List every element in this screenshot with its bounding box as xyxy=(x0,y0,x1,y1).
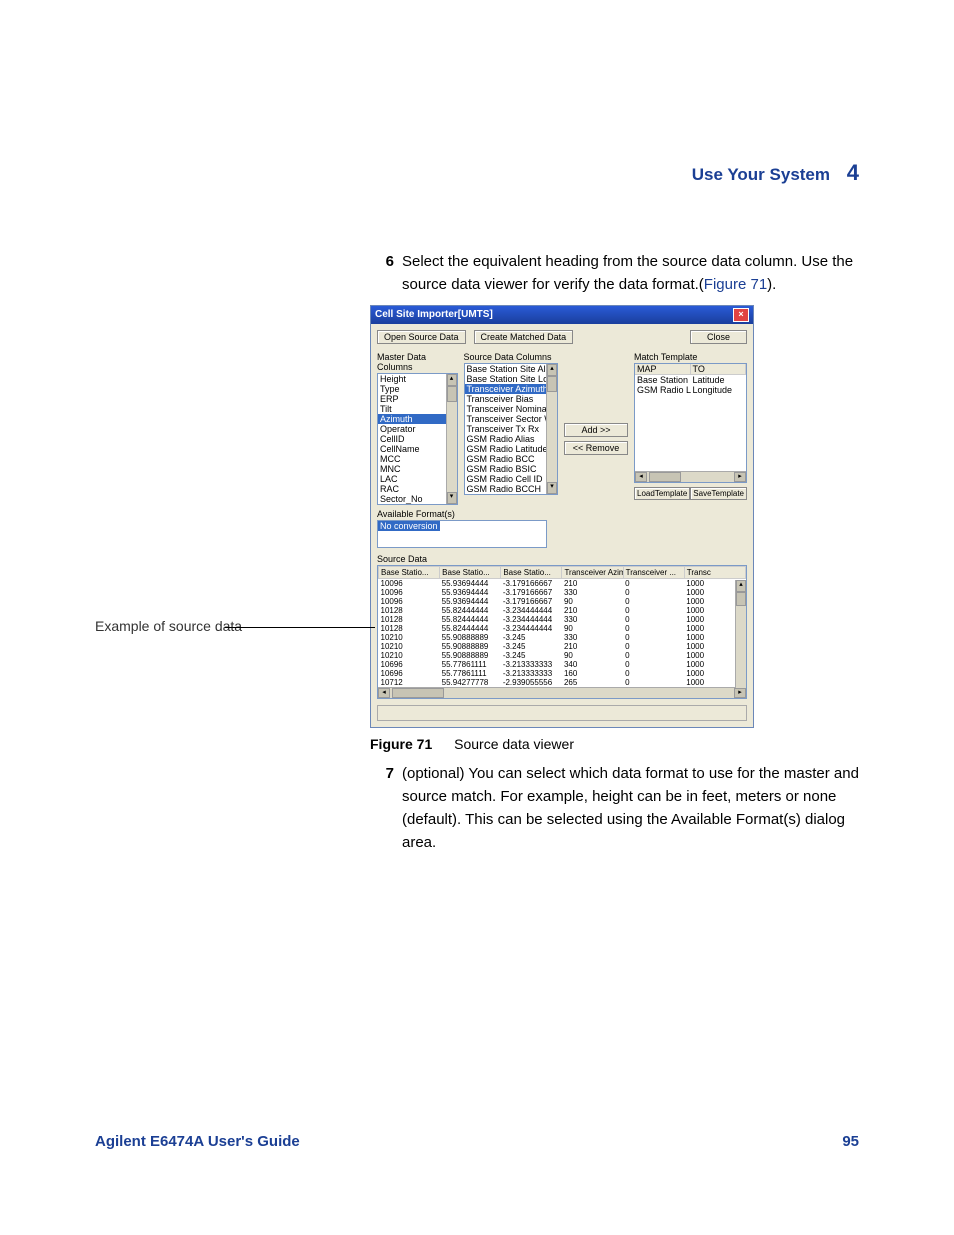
source-data-label: Source Data xyxy=(377,554,747,564)
close-button[interactable]: Close xyxy=(690,330,747,344)
status-bar xyxy=(377,705,747,721)
footer-page-number: 95 xyxy=(842,1133,859,1150)
list-item[interactable]: GSM Radio Latitude xyxy=(465,444,558,454)
remove-button[interactable]: << Remove xyxy=(564,441,628,455)
list-item[interactable]: GSM Radio BCC xyxy=(465,454,558,464)
scrollbar[interactable]: ▴ xyxy=(735,580,746,688)
available-formats-listbox[interactable]: No conversion xyxy=(377,520,547,548)
match-template-label: Match Template xyxy=(634,352,747,362)
list-item[interactable]: Transceiver Nominal I xyxy=(465,404,558,414)
add-button[interactable]: Add >> xyxy=(564,423,628,437)
column-header[interactable]: Base Statio... xyxy=(501,566,562,578)
annotation-example-source-data: Example of source data xyxy=(95,618,242,634)
scroll-thumb[interactable] xyxy=(649,472,681,482)
column-header[interactable]: Base Statio... xyxy=(440,566,501,578)
list-item[interactable]: Sector_Width xyxy=(378,504,457,505)
table-row[interactable]: 1009655.93694444-3.17916666733001000 xyxy=(379,588,746,597)
create-matched-data-button[interactable]: Create Matched Data xyxy=(474,330,574,344)
section-title: Use Your System xyxy=(692,165,830,184)
master-columns-listbox[interactable]: HeightTypeERPTiltAzimuthOperatorCellIDCe… xyxy=(377,373,458,505)
figure-caption-text: Source data viewer xyxy=(454,736,574,752)
list-item[interactable]: Base Station Site Lon xyxy=(465,374,558,384)
source-columns-label: Source Data Columns xyxy=(464,352,559,362)
scroll-thumb[interactable] xyxy=(547,376,557,392)
table-row[interactable]: 1021055.90888889-3.24521001000 xyxy=(379,642,746,651)
page-header: Use Your System 4 xyxy=(692,160,859,186)
column-header[interactable]: Transceiver Azimuth xyxy=(562,566,623,578)
column-header[interactable]: Transceiver ... xyxy=(623,566,684,578)
column-header[interactable]: Transc xyxy=(684,566,745,578)
list-item[interactable]: GSM Radio Alias xyxy=(465,434,558,444)
table-row[interactable]: 1069655.77861111-3.21333333316001000 xyxy=(379,669,746,678)
table-row[interactable]: 1009655.93694444-3.1791666679001000 xyxy=(379,597,746,606)
scroll-down-icon[interactable]: ▾ xyxy=(547,482,557,494)
scroll-up-icon[interactable]: ▴ xyxy=(736,580,746,592)
list-item[interactable]: GSM Radio Cell ID xyxy=(465,474,558,484)
list-item[interactable]: Transceiver Tx Rx xyxy=(465,424,558,434)
table-row[interactable]: 1071255.94277778-2.93905555626501000 xyxy=(379,678,746,687)
table-row[interactable]: 1069655.77861111-3.21333333334001000 xyxy=(379,660,746,669)
close-icon[interactable]: × xyxy=(733,308,749,322)
step-7: 7 (optional) You can select which data f… xyxy=(370,762,860,855)
step-number: 6 xyxy=(370,250,394,297)
master-columns-label: Master Data Columns xyxy=(377,352,458,372)
match-template-table[interactable]: MAP TO Base Station ...LatitudeGSM Radio… xyxy=(634,363,747,483)
scroll-left-icon[interactable]: ◂ xyxy=(635,472,647,482)
step-text: (optional) You can select which data for… xyxy=(402,762,860,855)
table-row[interactable]: 1012855.82444444-3.2344444449001000 xyxy=(379,624,746,633)
figure-link[interactable]: Figure 71 xyxy=(704,276,767,293)
column-header[interactable]: Base Statio... xyxy=(379,566,440,578)
dialog-cell-site-importer: Cell Site Importer[UMTS] × Open Source D… xyxy=(370,305,754,728)
list-item[interactable]: GSM Radio BCCH xyxy=(465,484,558,494)
scroll-down-icon[interactable]: ▾ xyxy=(447,492,457,504)
figure-caption: Figure 71 Source data viewer xyxy=(370,736,859,752)
step-text: Select the equivalent heading from the s… xyxy=(402,250,860,297)
table-row[interactable]: 1009655.93694444-3.17916666721001000 xyxy=(379,578,746,588)
scroll-thumb[interactable] xyxy=(736,592,746,606)
footer-guide-title: Agilent E6474A User's Guide xyxy=(95,1133,300,1150)
match-header-to: TO xyxy=(691,364,746,374)
format-no-conversion[interactable]: No conversion xyxy=(378,521,440,531)
list-item[interactable]: GSM Radio BSIC xyxy=(465,464,558,474)
scroll-up-icon[interactable]: ▴ xyxy=(547,364,557,376)
load-template-button[interactable]: LoadTemplate xyxy=(634,487,690,500)
source-columns-listbox[interactable]: Base Station Site AliaBase Station Site … xyxy=(464,363,559,495)
list-item[interactable]: Transceiver Bias xyxy=(465,394,558,404)
dialog-title: Cell Site Importer[UMTS] xyxy=(375,309,493,320)
table-row[interactable]: 1012855.82444444-3.23444444421001000 xyxy=(379,606,746,615)
list-item[interactable]: GSM Radio Hopping xyxy=(465,494,558,495)
table-row[interactable]: Base Station ...Latitude xyxy=(635,375,746,385)
dialog-titlebar[interactable]: Cell Site Importer[UMTS] × xyxy=(371,306,753,324)
list-item[interactable]: Transceiver Sector W xyxy=(465,414,558,424)
scrollbar[interactable]: ▴ ▾ xyxy=(446,374,457,504)
available-formats-label: Available Format(s) xyxy=(377,509,747,519)
figure-label: Figure 71 xyxy=(370,736,432,752)
scroll-right-icon[interactable]: ▸ xyxy=(734,472,746,482)
scroll-up-icon[interactable]: ▴ xyxy=(447,374,457,386)
open-source-data-button[interactable]: Open Source Data xyxy=(377,330,466,344)
annotation-leader-line xyxy=(225,627,375,628)
source-data-table[interactable]: Base Statio...Base Statio...Base Statio.… xyxy=(377,565,747,699)
list-item[interactable]: Base Station Site Alia xyxy=(465,364,558,374)
step-6: 6 Select the equivalent heading from the… xyxy=(370,250,860,297)
scrollbar[interactable]: ▴ ▾ xyxy=(546,364,557,494)
list-item[interactable]: Transceiver Azimuth xyxy=(465,384,558,394)
table-row[interactable]: 1021055.90888889-3.2459001000 xyxy=(379,651,746,660)
table-row[interactable]: GSM Radio L...Longitude xyxy=(635,385,746,395)
table-row[interactable]: 1012855.82444444-3.23444444433001000 xyxy=(379,615,746,624)
scroll-right-icon[interactable]: ▸ xyxy=(734,688,746,698)
save-template-button[interactable]: SaveTemplate xyxy=(690,487,747,500)
scroll-thumb[interactable] xyxy=(392,688,444,698)
scroll-thumb[interactable] xyxy=(447,386,457,402)
match-header-map: MAP xyxy=(635,364,690,374)
step-number: 7 xyxy=(370,762,394,855)
scroll-left-icon[interactable]: ◂ xyxy=(378,688,390,698)
table-row[interactable]: 1021055.90888889-3.24533001000 xyxy=(379,633,746,642)
chapter-number: 4 xyxy=(847,160,859,185)
